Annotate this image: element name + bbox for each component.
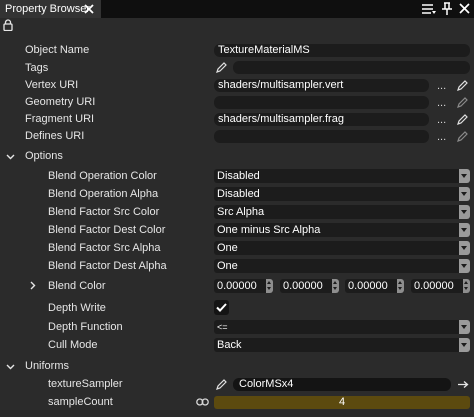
- blend-op-alpha-dropdown[interactable]: Disabled: [214, 187, 470, 201]
- spinbox-value: 0.00000: [283, 280, 323, 292]
- depth-write-label: Depth Write: [48, 302, 106, 314]
- blend-dest-color-dropdown[interactable]: One minus Src Alpha: [214, 223, 470, 237]
- pencil-icon[interactable]: [216, 379, 227, 390]
- chevron-down-icon[interactable]: [459, 205, 470, 219]
- chevron-down-icon[interactable]: [459, 259, 470, 273]
- vertex-uri-field[interactable]: shaders/multisampler.vert: [214, 79, 429, 92]
- chevron-down-icon[interactable]: [459, 223, 470, 237]
- tab-title: Property Browser: [5, 3, 90, 15]
- chevron-down-icon[interactable]: [459, 320, 470, 334]
- tags-label: Tags: [25, 62, 49, 74]
- dropdown-value: Src Alpha: [217, 206, 265, 218]
- browse-button[interactable]: ...: [437, 81, 446, 92]
- chevron-down-icon[interactable]: [6, 152, 15, 161]
- spinbox-value: 0.00000: [414, 280, 454, 292]
- dropdown-value: Disabled: [217, 170, 260, 182]
- blend-dest-color-label: Blend Factor Dest Color: [48, 224, 166, 236]
- pencil-icon[interactable]: [457, 80, 468, 91]
- chevron-down-icon[interactable]: [459, 338, 470, 352]
- blend-dest-alpha-dropdown[interactable]: One: [214, 259, 470, 273]
- browse-button[interactable]: ...: [437, 98, 446, 109]
- slider-value: 4: [338, 396, 346, 408]
- pencil-icon[interactable]: [457, 131, 468, 142]
- sample-count-label: sampleCount: [48, 396, 113, 408]
- geometry-uri-label: Geometry URI: [25, 96, 96, 108]
- arrow-right-icon[interactable]: [457, 380, 469, 389]
- spin-arrows-icon[interactable]: [397, 279, 404, 293]
- menu-icon[interactable]: [421, 3, 437, 15]
- blend-color-a-spinbox[interactable]: 0.00000: [411, 279, 470, 293]
- dropdown-value: One minus Src Alpha: [217, 224, 321, 236]
- blend-src-alpha-label: Blend Factor Src Alpha: [48, 242, 161, 254]
- defines-uri-label: Defines URI: [25, 130, 85, 142]
- blend-dest-alpha-label: Blend Factor Dest Alpha: [48, 260, 167, 272]
- blend-src-color-dropdown[interactable]: Src Alpha: [214, 205, 470, 219]
- blend-src-color-label: Blend Factor Src Color: [48, 206, 160, 218]
- fragment-uri-label: Fragment URI: [25, 113, 95, 125]
- blend-color-r-spinbox[interactable]: 0.00000: [214, 279, 273, 293]
- blend-src-alpha-dropdown[interactable]: One: [214, 241, 470, 255]
- blend-color-b-spinbox[interactable]: 0.00000: [345, 279, 404, 293]
- vertex-uri-label: Vertex URI: [25, 79, 79, 91]
- blend-color-g-spinbox[interactable]: 0.00000: [280, 279, 339, 293]
- depth-function-label: Depth Function: [48, 321, 123, 333]
- chevron-down-icon[interactable]: [6, 362, 15, 371]
- pencil-icon[interactable]: [216, 62, 227, 73]
- pencil-icon[interactable]: [457, 114, 468, 125]
- object-name-field[interactable]: TextureMaterialMS: [214, 44, 470, 57]
- dropdown-value: One: [217, 242, 238, 254]
- defines-uri-field[interactable]: [214, 130, 429, 143]
- dropdown-value: <=: [217, 322, 228, 332]
- blend-op-color-label: Blend Operation Color: [48, 170, 157, 182]
- spinbox-value: 0.00000: [348, 280, 388, 292]
- fragment-uri-field[interactable]: shaders/multisampler.frag: [214, 113, 429, 126]
- object-name-label: Object Name: [25, 44, 90, 56]
- cull-mode-dropdown[interactable]: Back: [214, 338, 470, 352]
- blend-op-alpha-label: Blend Operation Alpha: [48, 188, 159, 200]
- cull-mode-label: Cull Mode: [48, 339, 98, 351]
- close-window-icon[interactable]: [459, 3, 470, 14]
- blend-color-label: Blend Color: [48, 280, 106, 292]
- browse-button[interactable]: ...: [437, 132, 446, 143]
- texture-sampler-field[interactable]: ColorMSx4: [233, 378, 451, 391]
- title-bar: Property Browser: [0, 0, 474, 18]
- sample-count-slider[interactable]: 4: [214, 396, 470, 409]
- pin-icon[interactable]: [441, 2, 453, 16]
- lock-icon[interactable]: [3, 19, 13, 31]
- options-section-header[interactable]: Options: [25, 149, 63, 163]
- browse-button[interactable]: ...: [437, 115, 446, 126]
- close-icon[interactable]: [82, 2, 96, 16]
- chevron-down-icon[interactable]: [459, 169, 470, 183]
- chevron-right-icon[interactable]: [28, 281, 37, 290]
- dropdown-value: Disabled: [217, 188, 260, 200]
- blend-op-color-dropdown[interactable]: Disabled: [214, 169, 470, 183]
- uniforms-section-header[interactable]: Uniforms: [25, 359, 69, 373]
- tags-field[interactable]: [233, 61, 470, 74]
- spinbox-value: 0.00000: [217, 280, 257, 292]
- link-icon[interactable]: [196, 397, 209, 407]
- depth-write-checkbox[interactable]: [214, 300, 229, 315]
- checkmark-icon: [216, 303, 227, 312]
- dropdown-value: Back: [217, 339, 242, 351]
- property-browser-panel: Property Browser Object Name TextureMate…: [0, 0, 474, 417]
- pencil-icon[interactable]: [457, 97, 468, 108]
- tab-property-browser[interactable]: Property Browser: [0, 0, 101, 18]
- spin-arrows-icon[interactable]: [266, 279, 273, 293]
- depth-function-dropdown[interactable]: <=: [214, 320, 470, 334]
- spin-arrows-icon[interactable]: [332, 279, 339, 293]
- chevron-down-icon[interactable]: [459, 187, 470, 201]
- chevron-down-icon[interactable]: [459, 241, 470, 255]
- dropdown-value: One: [217, 260, 238, 272]
- spin-arrows-icon[interactable]: [463, 279, 470, 293]
- texture-sampler-label: textureSampler: [48, 378, 123, 390]
- geometry-uri-field[interactable]: [214, 96, 429, 109]
